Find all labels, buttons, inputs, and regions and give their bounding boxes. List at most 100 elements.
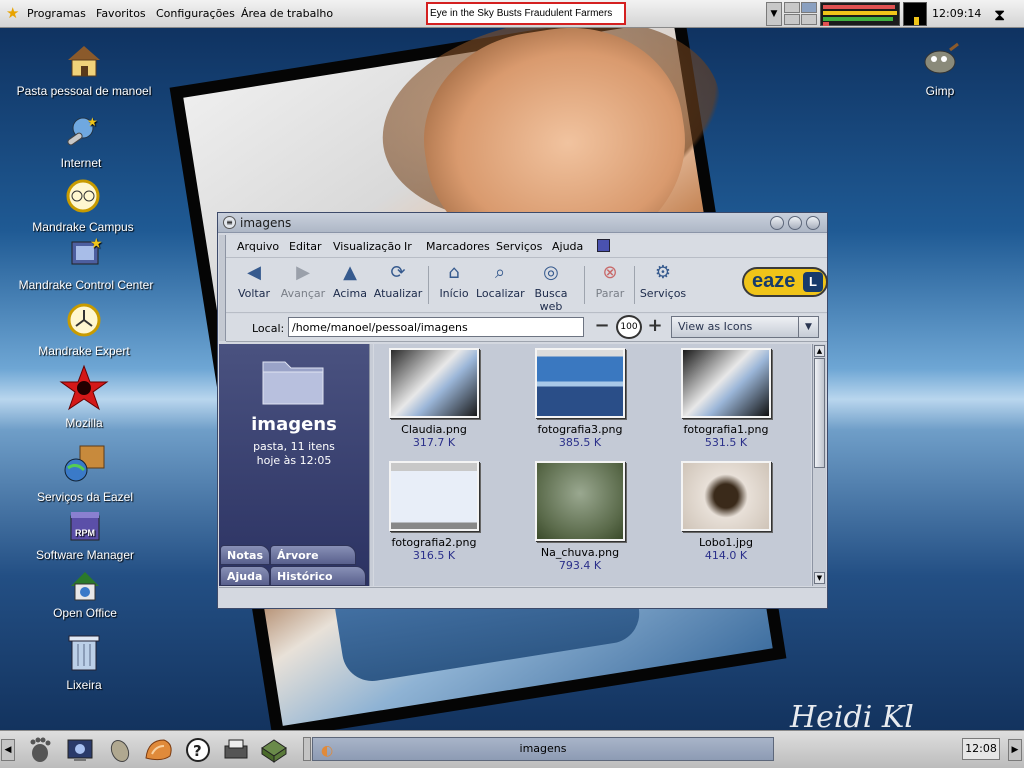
forward-button[interactable]: ▶ Avançar <box>278 262 328 300</box>
close-button[interactable] <box>806 216 820 230</box>
help-question-icon[interactable]: ? <box>184 736 212 764</box>
menu-programas[interactable]: Programas <box>27 7 86 20</box>
icon-view[interactable]: Claudia.png 317.7 K fotografia3.png 385.… <box>374 344 811 586</box>
file-item[interactable]: fotografia2.png 316.5 K <box>374 461 494 562</box>
menu-area-de-trabalho[interactable]: Área de trabalho <box>241 7 333 20</box>
help-shell-icon[interactable] <box>142 736 176 764</box>
top-clock[interactable]: 12:09:14 <box>932 7 981 20</box>
status-bar <box>219 587 826 608</box>
zoom-level[interactable]: 100 <box>616 315 642 339</box>
desktop-icon-label: Pasta pessoal de manoel <box>16 84 152 98</box>
package-icon[interactable] <box>260 736 288 764</box>
printer-icon[interactable] <box>222 736 250 764</box>
desktop-icon-campus[interactable]: Mandrake Campus <box>24 176 142 234</box>
maximize-button[interactable] <box>788 216 802 230</box>
mouse-icon[interactable] <box>106 736 134 764</box>
panel-hide-left-icon[interactable]: ◀ <box>1 739 15 761</box>
desktop-icon-internet[interactable]: ★ Internet <box>30 112 132 170</box>
bottom-panel: ◀ ? ◐ imagens 12:08 ▶ <box>0 730 1024 768</box>
menu-arquivo[interactable]: Arquivo <box>237 240 279 253</box>
zoom-in-button[interactable]: + <box>647 316 663 336</box>
menu-ir[interactable]: Ir <box>404 240 412 253</box>
taskbar-button-label: imagens <box>519 742 567 755</box>
refresh-button[interactable]: ⟳ Atualizar <box>372 262 424 300</box>
desktop-icon-label: Software Manager <box>35 548 135 562</box>
tab-notas[interactable]: Notas <box>220 545 270 565</box>
home-button[interactable]: ⌂ Início <box>434 262 474 300</box>
terminal-icon[interactable] <box>66 736 94 764</box>
location-input[interactable] <box>288 317 584 337</box>
back-button[interactable]: ◀ Voltar <box>232 262 276 300</box>
file-name: Na_chuva.png <box>540 546 620 559</box>
file-item[interactable]: fotografia1.png 531.5 K <box>666 348 786 449</box>
file-thumbnail <box>389 461 479 531</box>
up-button[interactable]: ▲ Acima <box>330 262 370 300</box>
desktop-icon-mozilla[interactable]: Mozilla <box>50 364 118 430</box>
desktop-icon-home[interactable]: Pasta pessoal de manoel <box>10 40 158 98</box>
stop-button[interactable]: ⊗ Parar <box>590 262 630 300</box>
taskbar-button-imagens[interactable]: ◐ imagens <box>312 737 774 761</box>
stop-icon: ⊗ <box>602 262 618 283</box>
menu-servicos[interactable]: Serviços <box>496 240 542 253</box>
workspace-4[interactable] <box>801 14 817 25</box>
menu-configuracoes[interactable]: Configurações <box>156 7 235 20</box>
panel-hide-right-icon[interactable]: ▶ <box>1008 739 1022 761</box>
hourglass-icon[interactable]: ⧗ <box>994 5 1005 25</box>
eazel-logo[interactable]: L eaze <box>742 267 828 297</box>
sidebar-splitter[interactable] <box>369 344 373 586</box>
menu-ajuda[interactable]: Ajuda <box>552 240 583 253</box>
services-button[interactable]: ⚙ Serviços <box>638 262 688 300</box>
search-icon: ⌕ <box>494 262 506 283</box>
toolbar-handles[interactable] <box>219 235 226 341</box>
tasklist-handle[interactable] <box>303 737 311 761</box>
desktop-icon-software-manager[interactable]: RPM Software Manager <box>30 508 140 562</box>
minimize-button[interactable] <box>770 216 784 230</box>
news-ticker[interactable]: Eye in the Sky Busts Fraudulent Farmers <box>426 2 626 25</box>
file-item[interactable]: Na_chuva.png 793.4 K <box>520 461 640 572</box>
star-menu-icon[interactable]: ★ <box>6 5 22 21</box>
menu-visualizacao[interactable]: Visualização <box>333 240 401 253</box>
desktop-icon-expert[interactable]: Mandrake Expert <box>28 300 140 358</box>
file-item[interactable]: Claudia.png 317.7 K <box>374 348 494 449</box>
scroll-thumb[interactable] <box>814 358 825 468</box>
gnome-foot-icon[interactable] <box>26 736 54 764</box>
tab-arvore[interactable]: Árvore <box>270 545 356 565</box>
desktop-icon-gimp[interactable]: Gimp <box>910 40 970 98</box>
svg-text:★: ★ <box>87 115 98 129</box>
file-item[interactable]: Lobo1.jpg 414.0 K <box>666 461 786 562</box>
bottom-clock[interactable]: 12:08 <box>962 738 1000 760</box>
web-search-button[interactable]: ◎ Busca web <box>524 262 578 313</box>
scroll-down-icon[interactable]: ▼ <box>814 572 825 584</box>
tab-historico[interactable]: Histórico <box>270 566 366 586</box>
monitor-applet <box>903 2 927 26</box>
file-manager-window: ≡ imagens Arquivo Editar Visualização Ir… <box>217 212 828 609</box>
tab-ajuda[interactable]: Ajuda <box>220 566 270 586</box>
toolbar-separator <box>584 266 585 304</box>
workspace-3[interactable] <box>784 14 800 25</box>
workspace-1[interactable] <box>784 2 800 13</box>
location-label: Local: <box>252 322 285 335</box>
file-item[interactable]: fotografia3.png 385.5 K <box>520 348 640 449</box>
desktop-icon-trash[interactable]: Lixeira <box>50 630 118 692</box>
desktop-icon-eazel-services[interactable]: Serviços da Eazel <box>26 440 144 504</box>
workspace-2[interactable] <box>801 2 817 13</box>
forward-arrow-icon: ▶ <box>296 262 310 283</box>
menu-marcadores[interactable]: Marcadores <box>426 240 490 253</box>
location-bar: Local: − 100 + View as Icons ▼ <box>226 314 827 342</box>
view-mode-value: View as Icons <box>678 320 753 333</box>
view-mode-select[interactable]: View as Icons ▼ <box>671 316 819 338</box>
find-button[interactable]: ⌕ Localizar <box>476 262 525 300</box>
panel-dropdown-arrow-icon[interactable]: ▼ <box>766 2 782 26</box>
file-size: 793.4 K <box>558 559 602 572</box>
menu-editar[interactable]: Editar <box>289 240 322 253</box>
desktop-icon-open-office[interactable]: Open Office <box>44 570 126 620</box>
folder-icon <box>261 354 325 406</box>
menu-favoritos[interactable]: Favoritos <box>96 7 146 20</box>
window-menu-icon[interactable]: ≡ <box>223 216 236 229</box>
scroll-up-icon[interactable]: ▲ <box>814 345 825 357</box>
zoom-out-button[interactable]: − <box>594 316 610 336</box>
vertical-scrollbar[interactable]: ▲ ▼ <box>812 344 826 586</box>
desktop-icon-control-center[interactable]: ★ Mandrake Control Center <box>12 234 160 292</box>
openoffice-icon <box>69 570 101 602</box>
window-titlebar[interactable]: ≡ imagens <box>218 213 827 233</box>
